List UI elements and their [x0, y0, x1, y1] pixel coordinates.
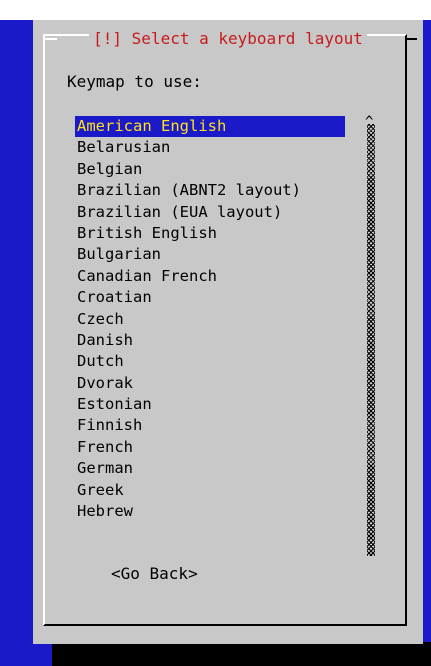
keymap-item[interactable]: Estonian [75, 394, 345, 415]
keymap-item[interactable]: Greek [75, 480, 345, 501]
dialog-shadow [52, 642, 431, 666]
keymap-prompt: Keymap to use: [67, 72, 202, 91]
top-margin [0, 0, 431, 20]
keymap-item[interactable]: American English [75, 116, 345, 138]
keymap-item[interactable]: Croatian [75, 287, 345, 308]
dialog-title-text: [!] Select a keyboard layout [89, 29, 367, 48]
keymap-item[interactable]: Brazilian (ABNT2 layout) [75, 180, 345, 201]
keymap-item[interactable]: Brazilian (EUA layout) [75, 202, 345, 223]
keymap-item[interactable]: Dutch [75, 351, 345, 372]
keymap-item[interactable]: Belarusian [75, 137, 345, 158]
keymap-item[interactable]: French [75, 437, 345, 458]
keymap-item[interactable]: Canadian French [75, 266, 345, 287]
keymap-list[interactable]: American English Belarusian Belgian Brazili… [75, 116, 345, 522]
keymap-item[interactable]: Dvorak [75, 373, 345, 394]
installer-screen: [!] Select a keyboard layout Keymap to u… [0, 20, 431, 666]
keymap-item[interactable]: Danish [75, 330, 345, 351]
keymap-item[interactable]: British English [75, 223, 345, 244]
keymap-item[interactable]: Bulgarian [75, 244, 345, 265]
keymap-item[interactable]: Hebrew [75, 501, 345, 522]
keymap-item[interactable]: German [75, 458, 345, 479]
keyboard-layout-dialog: [!] Select a keyboard layout Keymap to u… [33, 20, 423, 644]
keymap-item[interactable]: Czech [75, 309, 345, 330]
keymap-item[interactable]: Belgian [75, 159, 345, 180]
go-back-button[interactable]: <Go Back> [111, 564, 198, 584]
keymap-item[interactable]: Finnish [75, 415, 345, 436]
dialog-title: [!] Select a keyboard layout [33, 29, 423, 48]
keymap-list-scrollbar[interactable] [367, 124, 375, 556]
